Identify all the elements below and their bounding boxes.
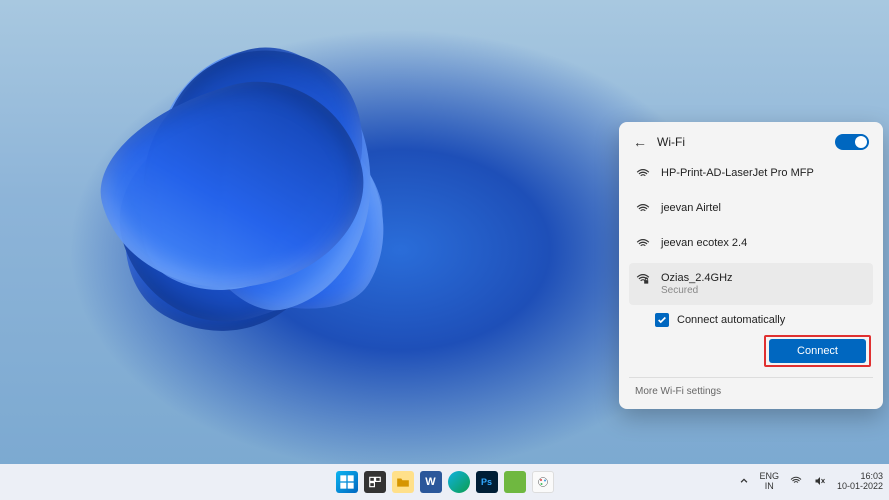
system-tray: ENG IN 16:03 10-01-2022 <box>739 472 883 492</box>
wifi-tray-icon[interactable] <box>789 475 803 490</box>
back-arrow-icon[interactable]: ← <box>633 134 647 150</box>
taskbar: W Ps ENG IN 16:03 10-01-2022 <box>0 464 889 500</box>
wifi-header: ← Wi-Fi <box>629 132 873 158</box>
wifi-network-item[interactable]: HP-Print-AD-LaserJet Pro MFP <box>629 158 873 193</box>
network-name: jeevan Airtel <box>661 202 867 214</box>
clock[interactable]: 16:03 10-01-2022 <box>837 472 883 492</box>
connect-button[interactable]: Connect <box>769 339 866 363</box>
task-view-button[interactable] <box>364 471 386 493</box>
word-button[interactable]: W <box>420 471 442 493</box>
volume-tray-icon[interactable] <box>813 475 827 490</box>
network-name: jeevan ecotex 2.4 <box>661 237 867 249</box>
lang-bot: IN <box>759 482 779 492</box>
paint-button[interactable] <box>532 471 554 493</box>
wifi-signal-icon <box>635 237 651 254</box>
auto-connect-row[interactable]: Connect automatically <box>655 313 873 327</box>
file-explorer-button[interactable] <box>392 471 414 493</box>
wifi-title: Wi-Fi <box>657 135 825 149</box>
more-wifi-settings-link[interactable]: More Wi-Fi settings <box>629 377 873 403</box>
photoshop-button[interactable]: Ps <box>476 471 498 493</box>
wifi-signal-icon <box>635 202 651 219</box>
auto-connect-checkbox[interactable] <box>655 313 669 327</box>
wifi-signal-secured-icon <box>635 272 651 289</box>
highlight-annotation: Connect <box>764 335 871 367</box>
wifi-toggle[interactable] <box>835 134 869 150</box>
wifi-network-item[interactable]: jeevan Airtel <box>629 193 873 228</box>
wifi-flyout-panel: ← Wi-Fi HP-Print-AD-LaserJet Pro MFP jee… <box>619 122 883 409</box>
wifi-network-item[interactable]: jeevan ecotex 2.4 <box>629 228 873 263</box>
wifi-signal-icon <box>635 167 651 184</box>
network-name: HP-Print-AD-LaserJet Pro MFP <box>661 167 867 179</box>
tray-chevron-icon[interactable] <box>739 476 749 489</box>
date-text: 10-01-2022 <box>837 482 883 492</box>
edge-button[interactable] <box>448 471 470 493</box>
wifi-network-item-selected[interactable]: Ozias_2.4GHz Secured <box>629 263 873 305</box>
network-status: Secured <box>661 285 867 296</box>
start-button[interactable] <box>336 471 358 493</box>
taskbar-center: W Ps <box>336 471 554 493</box>
wallpaper-bloom <box>9 0 523 457</box>
app-button[interactable] <box>504 471 526 493</box>
auto-connect-label: Connect automatically <box>677 314 785 326</box>
network-name: Ozias_2.4GHz <box>661 272 867 284</box>
connect-row: Connect <box>629 333 873 373</box>
language-indicator[interactable]: ENG IN <box>759 472 779 492</box>
